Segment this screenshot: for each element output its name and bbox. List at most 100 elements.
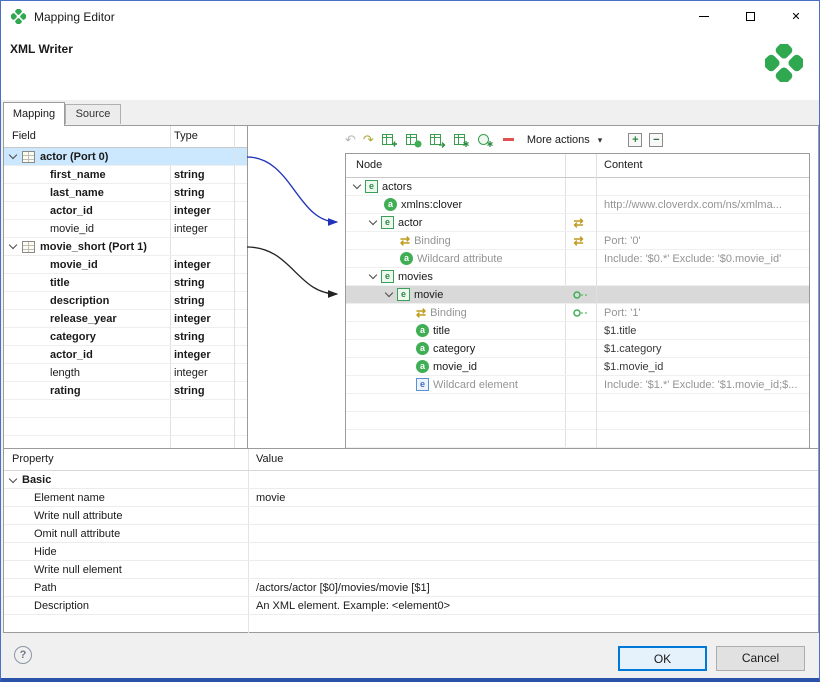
column-header-type: Type [174, 130, 198, 142]
tree-row-actor[interactable]: actor [346, 214, 809, 232]
maximize-button[interactable] [727, 1, 773, 32]
property-row-write-null-element[interactable]: Write null element [4, 561, 818, 579]
tree-row-binding-actor[interactable]: Binding Port: '0' [346, 232, 809, 250]
property-value: /actors/actor [$0]/movies/movie [$1] [256, 579, 430, 597]
add-child-element-icon[interactable] [381, 131, 398, 149]
attribute-icon [416, 360, 429, 373]
node-label: Binding [414, 235, 451, 247]
tree-row-actors[interactable]: actors [346, 178, 809, 196]
node-content: $1.category [604, 343, 807, 355]
property-row-description[interactable]: Description An XML element. Example: <el… [4, 597, 818, 615]
field-row[interactable]: category string [4, 328, 247, 346]
tree-row-binding-movie[interactable]: Binding Port: '1' [346, 304, 809, 322]
page-title: XML Writer [10, 42, 73, 56]
field-row[interactable]: release_year integer [4, 310, 247, 328]
cancel-button[interactable]: Cancel [716, 646, 805, 671]
field-row[interactable]: rating string [4, 382, 247, 400]
field-row-port1[interactable]: movie_short (Port 1) [4, 238, 247, 256]
field-name: title [50, 277, 70, 289]
tab-mapping[interactable]: Mapping [3, 102, 65, 126]
close-icon [791, 10, 800, 23]
field-row[interactable]: length integer [4, 364, 247, 382]
node-content: http://www.cloverdx.com/ns/xmlma... [604, 199, 807, 211]
title-bar[interactable]: Mapping Editor [1, 1, 819, 32]
minimize-button[interactable] [681, 1, 727, 32]
field-type: integer [174, 367, 208, 379]
chevron-down-icon[interactable] [8, 475, 19, 486]
node-content: Port: '1' [604, 307, 807, 319]
property-panel: Property Value Basic Element name movie … [4, 448, 818, 633]
more-actions-button[interactable]: More actions [527, 134, 603, 146]
chevron-down-icon[interactable] [368, 217, 379, 228]
property-row-path[interactable]: Path /actors/actor [$0]/movies/movie [$1… [4, 579, 818, 597]
chevron-down-icon[interactable] [352, 181, 363, 192]
node-content: Include: '$1.*' Exclude: '$1.movie_id;$.… [604, 379, 807, 391]
field-row[interactable]: movie_id integer [4, 256, 247, 274]
tab-source[interactable]: Source [65, 104, 121, 124]
section-label: Basic [22, 471, 51, 489]
expand-all-icon[interactable]: + [628, 133, 642, 147]
property-row-hide[interactable]: Hide [4, 543, 818, 561]
add-sibling-element-icon[interactable] [429, 131, 446, 149]
column-header-property: Property [12, 453, 54, 465]
field-row[interactable]: movie_id integer [4, 220, 247, 238]
field-row-port0[interactable]: actor (Port 0) [4, 148, 247, 166]
close-button[interactable] [773, 1, 819, 32]
node-label: Wildcard element [433, 379, 518, 391]
field-table: Field Type actor (Port 0) first_name str… [4, 126, 248, 448]
binding-connector-icon [573, 290, 589, 300]
field-type: integer [174, 205, 211, 217]
remove-icon[interactable] [503, 138, 514, 141]
property-section-basic[interactable]: Basic [4, 471, 818, 489]
field-row[interactable]: first_name string [4, 166, 247, 184]
tree-row-title[interactable]: title $1.title [346, 322, 809, 340]
ok-button[interactable]: OK [618, 646, 707, 671]
add-attribute-icon[interactable] [405, 131, 422, 149]
node-content: $1.movie_id [604, 361, 807, 373]
field-type: string [174, 277, 205, 289]
field-row[interactable]: last_name string [4, 184, 247, 202]
node-label: title [433, 325, 450, 337]
field-row[interactable]: title string [4, 274, 247, 292]
element-icon [397, 288, 410, 301]
tree-row-wildcard-attribute[interactable]: Wildcard attribute Include: '$0.*' Exclu… [346, 250, 809, 268]
undo-icon[interactable] [345, 131, 356, 149]
tree-row-xmlns[interactable]: xmlns:clover http://www.cloverdx.com/ns/… [346, 196, 809, 214]
chevron-down-icon[interactable] [8, 151, 19, 162]
element-icon [381, 270, 394, 283]
field-table-header: Field Type [4, 126, 247, 148]
cloverdx-logo-icon [765, 44, 803, 85]
property-row-element-name[interactable]: Element name movie [4, 489, 818, 507]
mapping-panel: Field Type actor (Port 0) first_name str… [3, 125, 819, 633]
xml-tree: Node Content actors xmlns:clover http://… [345, 153, 810, 448]
field-row[interactable]: actor_id integer [4, 202, 247, 220]
empty-row [346, 394, 809, 412]
help-button[interactable]: ? [14, 646, 32, 664]
field-name: first_name [50, 169, 106, 181]
mapping-editor-window: Mapping Editor XML Writer Mapping Source… [0, 0, 820, 682]
add-wildcard-element-icon[interactable] [453, 131, 470, 149]
property-row-write-null-attribute[interactable]: Write null attribute [4, 507, 818, 525]
tree-row-movie-id[interactable]: movie_id $1.movie_id [346, 358, 809, 376]
add-wildcard-attribute-icon[interactable] [477, 131, 494, 149]
property-row-omit-null-attribute[interactable]: Omit null attribute [4, 525, 818, 543]
tree-row-movie[interactable]: movie [346, 286, 809, 304]
collapse-all-icon[interactable]: − [649, 133, 663, 147]
tree-row-movies[interactable]: movies [346, 268, 809, 286]
field-type: integer [174, 349, 211, 361]
property-value[interactable]: movie [256, 489, 285, 507]
tree-row-wildcard-element[interactable]: Wildcard element Include: '$1.*' Exclude… [346, 376, 809, 394]
field-type: integer [174, 313, 211, 325]
chevron-down-icon[interactable] [8, 241, 19, 252]
property-value: An XML element. Example: <element0> [256, 597, 450, 615]
field-row[interactable]: actor_id integer [4, 346, 247, 364]
redo-icon[interactable] [363, 131, 374, 149]
field-row[interactable]: description string [4, 292, 247, 310]
field-name: actor_id [50, 349, 93, 361]
node-content: Include: '$0.*' Exclude: '$0.movie_id' [604, 253, 807, 265]
more-actions-label: More actions [527, 134, 590, 146]
chevron-down-icon[interactable] [384, 289, 395, 300]
chevron-down-icon[interactable] [368, 271, 379, 282]
tree-row-category[interactable]: category $1.category [346, 340, 809, 358]
footer-bar: ? OK Cancel [1, 633, 819, 678]
